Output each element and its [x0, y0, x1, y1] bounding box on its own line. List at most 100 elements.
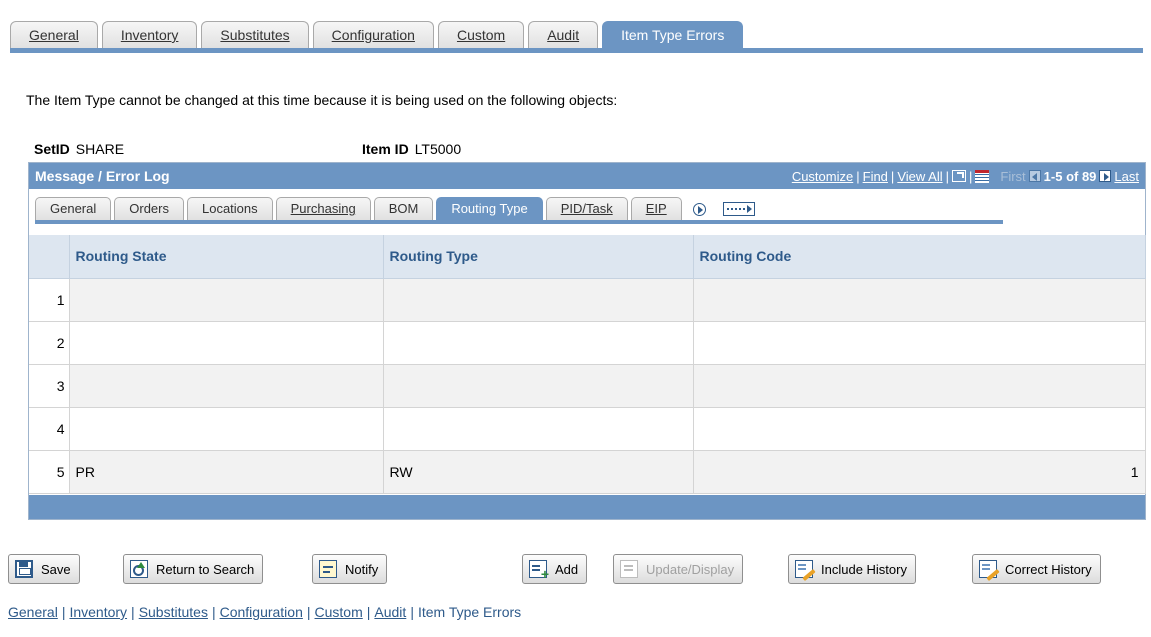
- add-button[interactable]: Add: [522, 554, 588, 584]
- tab-bar-rule: [10, 48, 1143, 53]
- download-spreadsheet-icon[interactable]: [975, 169, 990, 183]
- footer-link-configuration[interactable]: Configuration: [220, 604, 303, 620]
- show-all-columns-icon[interactable]: [721, 200, 757, 218]
- include-history-icon: [795, 560, 813, 578]
- routing-type-cell: RW: [383, 450, 694, 494]
- save-button[interactable]: Save: [8, 554, 80, 584]
- routing-code-cell: [693, 364, 1146, 408]
- routing-type-cell: [383, 364, 694, 408]
- routing-type-cell: [383, 278, 694, 322]
- itemid-value: LT5000: [414, 141, 462, 157]
- itemid-field: Item ID LT5000: [362, 141, 461, 157]
- grid-navigation: Customize | Find | View All | | First 1-…: [792, 169, 1139, 184]
- row-number: 2: [29, 321, 70, 365]
- notify-button[interactable]: Notify: [312, 554, 388, 584]
- row-number: 1: [29, 278, 70, 322]
- footer-link-inventory[interactable]: Inventory: [69, 604, 127, 620]
- routing-state-cell: [69, 407, 384, 451]
- tab-inventory[interactable]: Inventory: [101, 21, 198, 48]
- correct-history-button[interactable]: Correct History: [972, 554, 1101, 584]
- separator: |: [969, 168, 973, 184]
- update-display-button: Update/Display: [613, 554, 744, 584]
- separator: |: [890, 168, 895, 184]
- row-number: 3: [29, 364, 70, 408]
- separator: |: [410, 604, 414, 620]
- find-link[interactable]: Find: [863, 169, 888, 184]
- column-header-routing-type[interactable]: Routing Type: [383, 235, 694, 279]
- grid-tab-general[interactable]: General: [35, 197, 112, 220]
- separator: |: [61, 604, 66, 620]
- separator: |: [131, 604, 135, 620]
- grid-footer-bar: [29, 495, 1145, 519]
- grid-tab-pid-task[interactable]: PID/Task: [545, 197, 628, 220]
- footer-link-general[interactable]: General: [8, 604, 58, 620]
- row-number: 5: [29, 450, 70, 494]
- routing-state-cell: [69, 364, 384, 408]
- last-link[interactable]: Last: [1114, 169, 1139, 184]
- previous-icon: [1028, 170, 1041, 182]
- grid-tab-orders[interactable]: Orders: [114, 197, 184, 220]
- setid-field: SetID SHARE: [34, 141, 124, 157]
- zoom-icon[interactable]: [952, 170, 966, 182]
- tab-general[interactable]: General: [10, 21, 98, 48]
- routing-code-cell: [693, 321, 1146, 365]
- view-all-link[interactable]: View All: [897, 169, 942, 184]
- table-row: 2: [29, 321, 1146, 365]
- grid-tab-purchasing[interactable]: Purchasing: [275, 197, 371, 220]
- separator: |: [856, 168, 860, 184]
- grid-tab-locations[interactable]: Locations: [186, 197, 273, 220]
- correct-history-label: Correct History: [1005, 561, 1092, 577]
- grid-tab-routing-type[interactable]: Routing Type: [436, 197, 543, 220]
- setid-label: SetID: [34, 141, 70, 157]
- message-error-log-grid: Message / Error Log Customize | Find | V…: [28, 162, 1146, 520]
- update-display-icon: [620, 560, 638, 578]
- tab-audit[interactable]: Audit: [528, 21, 599, 48]
- routing-code-cell: [693, 278, 1146, 322]
- correct-history-icon: [979, 560, 997, 578]
- footer-link-substitutes[interactable]: Substitutes: [139, 604, 208, 620]
- next-icon[interactable]: [1099, 170, 1112, 182]
- include-history-button[interactable]: Include History: [788, 554, 916, 584]
- table-row: 1: [29, 278, 1146, 322]
- save-icon: [15, 560, 33, 578]
- tab-item-type-errors[interactable]: Item Type Errors: [602, 21, 744, 48]
- table-row: 4: [29, 407, 1146, 451]
- tab-configuration[interactable]: Configuration: [312, 21, 434, 48]
- page-footer-links: General | Inventory | Substitutes | Configurat…: [8, 604, 521, 620]
- page-tab-bar: General Inventory Substitutes Configurat…: [10, 20, 747, 48]
- add-label: Add: [555, 561, 579, 577]
- grid-tab-bom[interactable]: BOM: [373, 197, 434, 220]
- routing-code-cell: [693, 407, 1146, 451]
- routing-code-cell: 1: [693, 450, 1146, 494]
- itemid-label: Item ID: [362, 141, 409, 157]
- next-tab-icon[interactable]: [691, 200, 709, 218]
- routing-type-cell: [383, 407, 694, 451]
- return-to-search-label: Return to Search: [156, 561, 255, 577]
- footer-link-audit[interactable]: Audit: [374, 604, 406, 620]
- routing-state-cell: [69, 278, 384, 322]
- column-header-routing-state[interactable]: Routing State: [69, 235, 384, 279]
- tab-substitutes[interactable]: Substitutes: [201, 21, 309, 48]
- separator: |: [366, 604, 371, 620]
- customize-link[interactable]: Customize: [792, 169, 853, 184]
- add-icon: [529, 560, 549, 582]
- intro-message: The Item Type cannot be changed at this …: [26, 92, 618, 108]
- routing-state-cell: PR: [69, 450, 384, 494]
- update-display-label: Update/Display: [646, 561, 735, 577]
- row-range: 1-5 of 89: [1043, 168, 1097, 184]
- column-header-routing-code[interactable]: Routing Code: [693, 235, 1146, 279]
- notify-label: Notify: [345, 561, 379, 577]
- grid-title: Message / Error Log: [35, 168, 170, 184]
- routing-table: Routing State Routing Type Routing Code …: [29, 235, 1146, 494]
- grid-tab-eip[interactable]: EIP: [630, 197, 682, 220]
- first-link: First: [1000, 168, 1026, 184]
- separator: |: [306, 604, 311, 620]
- tab-custom[interactable]: Custom: [437, 21, 525, 48]
- separator: |: [945, 168, 949, 184]
- return-to-search-button[interactable]: Return to Search: [123, 554, 264, 584]
- footer-current-item-type-errors: Item Type Errors: [417, 604, 522, 620]
- grid-header: Message / Error Log Customize | Find | V…: [29, 163, 1145, 189]
- footer-link-custom[interactable]: Custom: [315, 604, 363, 620]
- notify-icon: [319, 560, 337, 578]
- return-to-search-icon: [130, 560, 148, 578]
